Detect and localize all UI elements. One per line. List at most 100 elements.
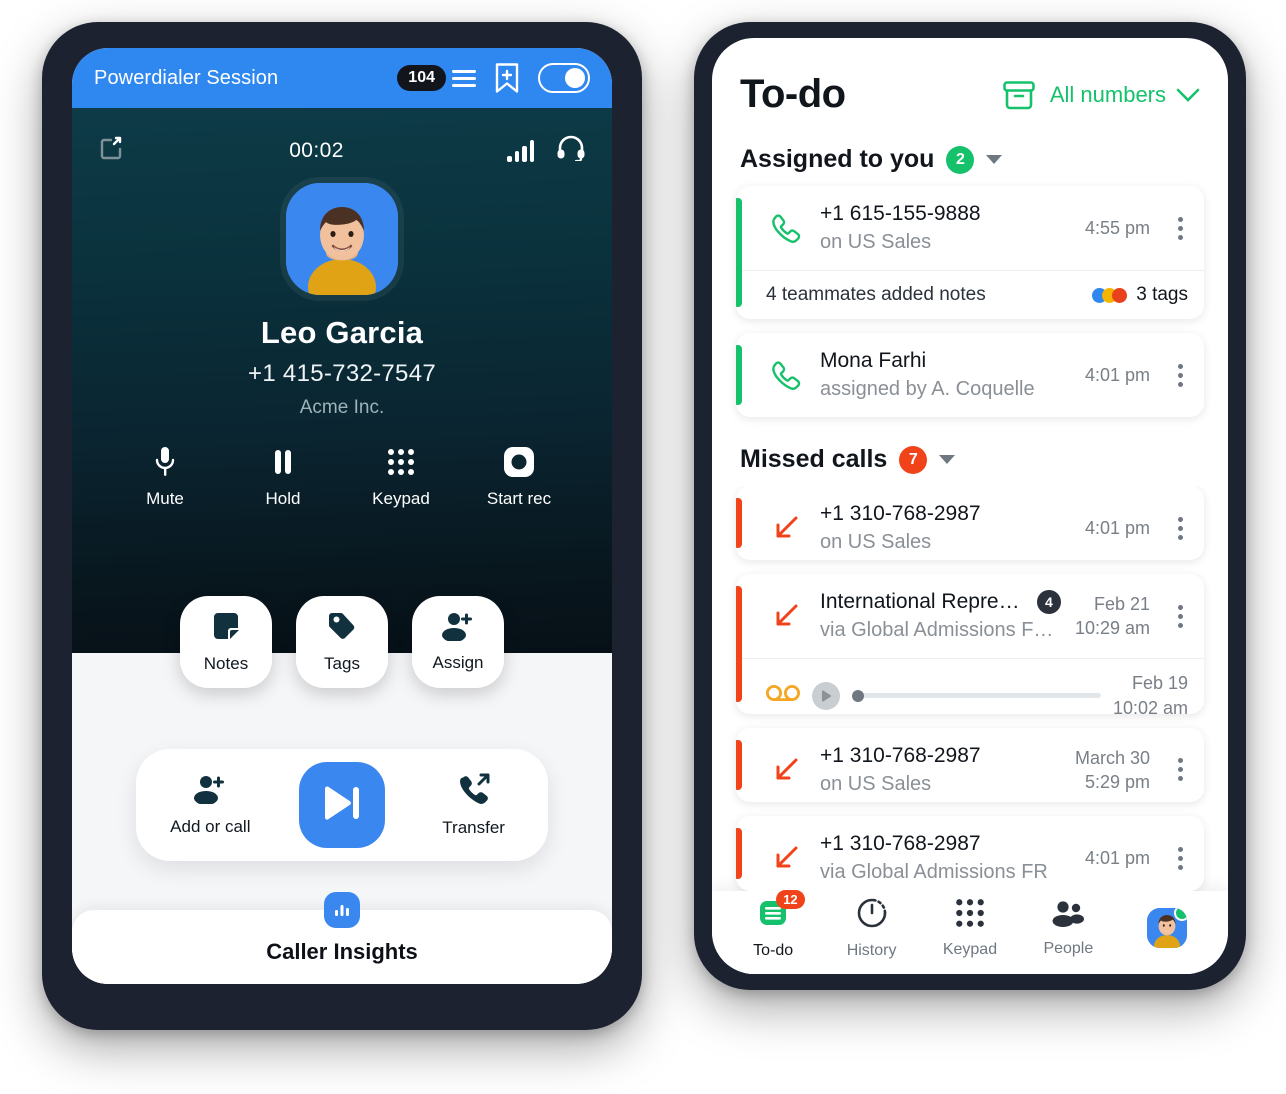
page-title: To-do xyxy=(740,72,846,116)
todo-header: To-do All numbers xyxy=(712,38,1228,117)
tab-todo[interactable]: 12 To-do xyxy=(729,889,817,960)
status-accent-bar xyxy=(736,345,742,405)
list-item[interactable]: International Representat... 4 via Globa… xyxy=(736,574,1204,714)
list-item-time: Feb 21 10:29 am xyxy=(1074,594,1150,639)
assign-button[interactable]: Assign xyxy=(412,596,504,688)
add-or-call-button[interactable]: Add or call xyxy=(150,774,270,837)
tab-keypad[interactable]: Keypad xyxy=(926,898,1014,959)
queue-count-badge: 104 xyxy=(397,64,446,92)
microphone-icon xyxy=(154,445,176,479)
phone-frame-right: To-do All numbers Assigned to you 2 +1 6… xyxy=(694,22,1246,990)
tags-button[interactable]: Tags xyxy=(296,596,388,688)
signal-bars-icon xyxy=(507,139,534,162)
note-icon xyxy=(210,610,242,647)
list-item-time: 4:01 pm xyxy=(1084,517,1150,538)
powerdialer-header: Powerdialer Session 104 xyxy=(72,48,612,108)
section-title: Assigned to you xyxy=(740,145,935,173)
status-accent-bar xyxy=(736,739,742,791)
list-item-title: +1 310-768-2987 xyxy=(820,502,981,525)
mute-button[interactable]: Mute xyxy=(128,445,202,509)
list-item[interactable]: +1 615-155-9888 on US Sales 4:55 pm 4 te… xyxy=(736,186,1204,319)
archive-box-icon[interactable] xyxy=(1002,79,1036,111)
next-call-button[interactable] xyxy=(298,762,385,848)
transfer-button[interactable]: Transfer xyxy=(414,773,534,838)
bookmark-add-icon[interactable] xyxy=(494,62,520,94)
list-item[interactable]: Mona Farhi assigned by A. Coquelle 4:01 … xyxy=(736,333,1204,417)
more-vertical-icon[interactable] xyxy=(1164,363,1190,387)
todo-screen: To-do All numbers Assigned to you 2 +1 6… xyxy=(712,38,1228,974)
caret-down-icon xyxy=(939,455,956,464)
voicemail-progress-slider[interactable] xyxy=(852,689,1101,702)
phone-icon xyxy=(766,211,806,245)
missed-calls-list: +1 310-768-2987 on US Sales 4:01 pm Inte… xyxy=(712,486,1228,891)
powerdialer-screen: Powerdialer Session 104 00:02 Leo Garcia… xyxy=(72,48,612,984)
tab-label: History xyxy=(846,941,897,959)
tab-profile[interactable] xyxy=(1123,908,1211,949)
record-icon xyxy=(504,445,534,479)
contact-avatar xyxy=(286,183,398,295)
list-item-subtitle: on US Sales xyxy=(820,531,932,553)
person-add-icon xyxy=(192,774,228,809)
hamburger-menu-icon[interactable] xyxy=(452,69,476,87)
user-avatar-icon xyxy=(1146,908,1187,949)
bar-chart-icon xyxy=(324,892,360,928)
tags-count-label: 3 tags xyxy=(1136,284,1188,305)
active-call-area: 00:02 Leo Garcia +1 415-732-7547 Acme In… xyxy=(72,108,612,688)
call-missed-icon xyxy=(766,513,806,543)
all-numbers-filter[interactable]: All numbers xyxy=(1050,82,1200,108)
list-item-time: 4:01 pm xyxy=(1084,848,1150,869)
slider-knob[interactable] xyxy=(852,689,864,702)
minimize-icon[interactable] xyxy=(98,134,126,167)
list-item-subtitle: via Global Admissions FR xyxy=(820,861,1048,884)
dialpad-icon xyxy=(955,898,985,933)
caret-down-icon xyxy=(986,155,1003,164)
list-item-title: +1 310-768-2987 xyxy=(820,832,981,856)
section-header-assigned[interactable]: Assigned to you 2 xyxy=(712,117,1228,186)
call-dock: Add or call Transfer xyxy=(136,749,548,861)
keypad-button[interactable]: Keypad xyxy=(364,445,438,509)
tab-label: To-do xyxy=(753,941,794,959)
hold-button[interactable]: Hold xyxy=(246,445,320,509)
call-missed-icon xyxy=(766,755,806,785)
session-toggle[interactable] xyxy=(538,63,590,93)
call-timer: 00:02 xyxy=(289,138,344,162)
status-accent-bar xyxy=(736,586,742,702)
list-item-time: March 30 5:29 pm xyxy=(1074,747,1150,792)
start-rec-button[interactable]: Start rec xyxy=(482,445,556,509)
notes-button[interactable]: Notes xyxy=(180,596,272,688)
list-item[interactable]: +1 310-768-2987 via Global Admissions FR… xyxy=(736,816,1204,891)
all-numbers-label: All numbers xyxy=(1049,81,1166,107)
list-item-title: Mona Farhi xyxy=(820,349,927,372)
tab-history[interactable]: History xyxy=(828,897,916,960)
more-vertical-icon[interactable] xyxy=(1164,216,1190,240)
status-accent-bar xyxy=(736,198,742,307)
people-icon xyxy=(1051,899,1085,932)
bottom-tabbar: 12 To-do History Keypad People xyxy=(712,889,1228,974)
caller-insights-bar[interactable]: Caller Insights xyxy=(72,892,612,984)
contact-phone: +1 415-732-7547 xyxy=(248,360,436,387)
keypad-label: Keypad xyxy=(372,489,430,508)
call-count-badge: 4 xyxy=(1036,590,1061,615)
tab-label: Keypad xyxy=(942,940,998,958)
headset-icon[interactable] xyxy=(556,135,586,166)
more-vertical-icon[interactable] xyxy=(1164,604,1190,628)
list-item-subtitle: on US Sales xyxy=(820,231,932,253)
tag-color-dots xyxy=(1092,287,1128,303)
more-vertical-icon[interactable] xyxy=(1164,758,1190,782)
todo-badge: 12 xyxy=(776,889,805,910)
list-item[interactable]: +1 310-768-2987 on US Sales 4:01 pm xyxy=(736,486,1204,561)
more-vertical-icon[interactable] xyxy=(1164,846,1190,870)
play-icon[interactable] xyxy=(812,681,840,710)
tag-icon xyxy=(326,610,358,647)
tab-people[interactable]: People xyxy=(1024,899,1112,958)
assigned-list: +1 615-155-9888 on US Sales 4:55 pm 4 te… xyxy=(712,186,1228,417)
powerdialer-lower-area: Add or call Transfer Caller Insights xyxy=(72,653,612,984)
voicemail-timestamp: Feb 19 10:02 am xyxy=(1112,673,1188,714)
section-title: Missed calls xyxy=(740,445,888,473)
list-item[interactable]: +1 310-768-2987 on US Sales March 30 5:2… xyxy=(736,727,1204,803)
voicemail-player: Feb 19 10:02 am xyxy=(736,658,1204,714)
section-count-badge: 2 xyxy=(946,145,975,174)
hold-label: Hold xyxy=(265,489,301,508)
section-header-missed[interactable]: Missed calls 7 xyxy=(712,417,1228,486)
more-vertical-icon[interactable] xyxy=(1164,516,1190,540)
